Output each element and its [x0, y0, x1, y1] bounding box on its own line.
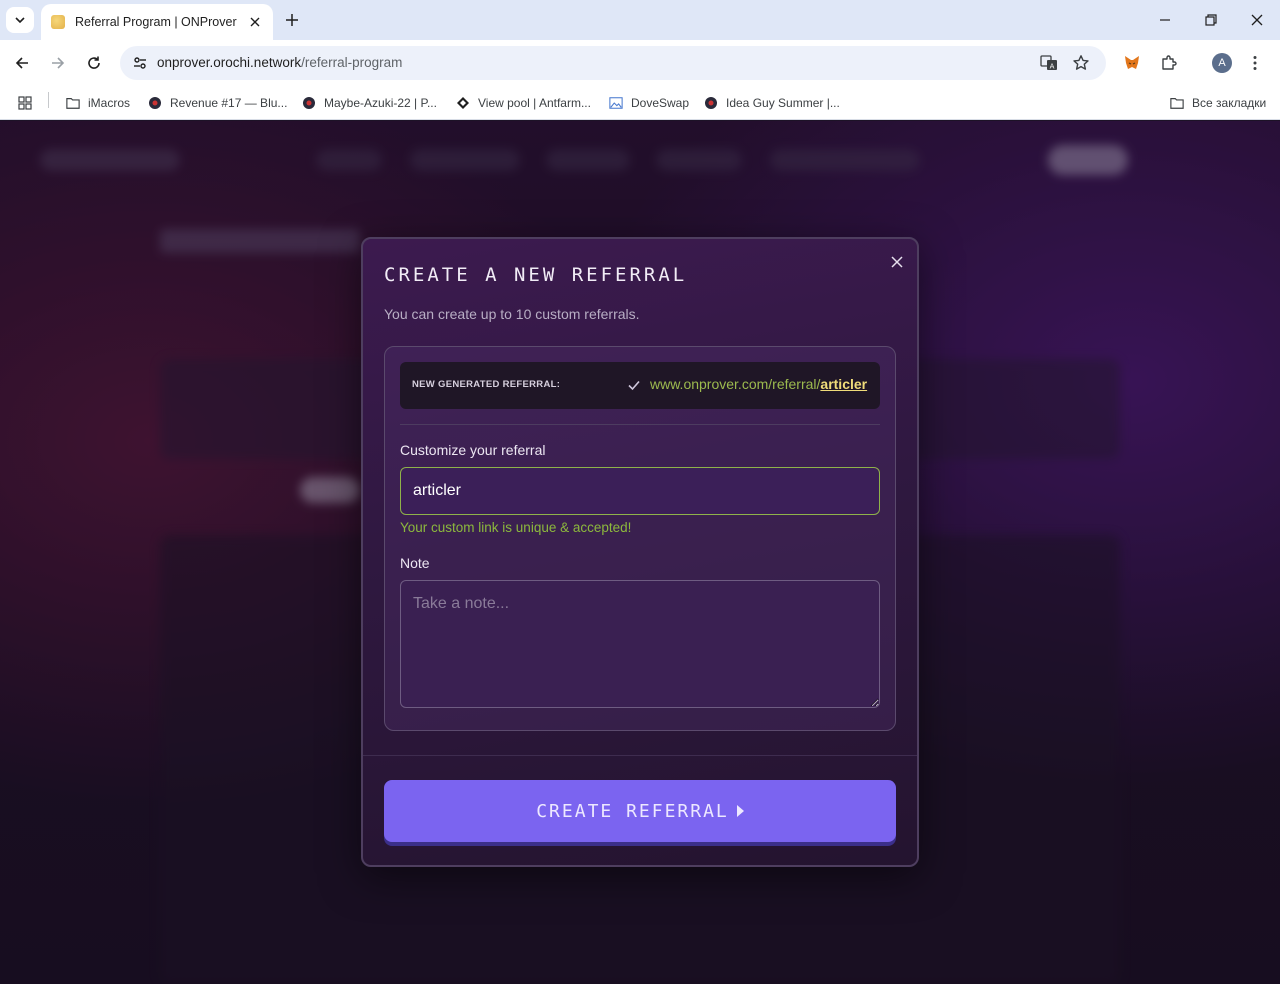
modal-title: CREATE A NEW REFERRAL: [384, 264, 688, 286]
site-favicon-icon: [704, 96, 718, 110]
browser-menu-button[interactable]: [1243, 51, 1267, 75]
extensions-button[interactable]: [1157, 51, 1181, 75]
antfarm-icon: [456, 96, 470, 110]
bookmark-label: View pool | Antfarm...: [478, 96, 591, 110]
tune-icon: [134, 57, 146, 69]
bookmark-star-button[interactable]: [1070, 52, 1092, 74]
create-referral-button-label: CREATE REFERRAL: [536, 800, 729, 822]
modal-subtitle: You can create up to 10 custom referrals…: [384, 306, 640, 322]
svg-text:A: A: [1050, 63, 1055, 71]
tab-strip: Referral Program | ONProver: [0, 0, 1280, 40]
page-viewport: CREATE A NEW REFERRAL You can create up …: [0, 121, 1280, 984]
modal-footer-divider: [363, 755, 917, 756]
reload-icon: [88, 56, 100, 69]
site-favicon-icon: [302, 96, 316, 110]
active-tab[interactable]: Referral Program | ONProver: [41, 4, 273, 40]
bookmarks-separator: [48, 92, 49, 108]
generated-referral-label: NEW GENERATED REFERRAL:: [412, 379, 561, 390]
custom-referral-input[interactable]: [400, 467, 880, 515]
profile-avatar[interactable]: A: [1212, 53, 1232, 73]
new-tab-button[interactable]: [280, 8, 304, 32]
url-host: onprover.orochi.network: [157, 55, 302, 70]
restore-icon: [1205, 14, 1217, 26]
close-tab-icon[interactable]: [247, 14, 263, 30]
bookmark-label: Idea Guy Summer |...: [726, 96, 840, 110]
arrow-left-icon: [15, 57, 28, 69]
note-textarea[interactable]: [400, 580, 880, 708]
note-label: Note: [400, 555, 430, 571]
modal-close-button[interactable]: [887, 252, 907, 272]
minimize-icon: [1160, 19, 1170, 21]
forward-button[interactable]: [46, 51, 70, 75]
site-info-button[interactable]: [128, 51, 152, 75]
bookmark-doveswap[interactable]: DoveSwap: [609, 93, 689, 113]
form-divider: [400, 424, 880, 425]
puzzle-icon: [1162, 55, 1177, 70]
bookmarks-bar: iMacros Revenue #17 — Blu... Maybe-Azuki…: [0, 86, 1280, 120]
bookmark-label: Maybe-Azuki-22 | P...: [324, 96, 437, 110]
check-icon: [626, 377, 642, 393]
tab-search-button[interactable]: [6, 7, 34, 33]
reload-button[interactable]: [82, 51, 106, 75]
metamask-extension-button[interactable]: [1120, 51, 1144, 75]
browser-toolbar: onprover.orochi.network/referral-program…: [0, 40, 1280, 86]
apps-grid-icon: [18, 96, 32, 110]
create-referral-button[interactable]: CREATE REFERRAL: [384, 780, 896, 842]
generated-referral-link[interactable]: www.onprover.com/referral/articler: [650, 376, 867, 392]
close-icon: [891, 256, 903, 268]
translate-button[interactable]: A: [1038, 52, 1060, 74]
close-icon: [1251, 14, 1263, 26]
close-window-button[interactable]: [1245, 8, 1269, 32]
restore-button[interactable]: [1199, 8, 1223, 32]
tab-title: Referral Program | ONProver: [75, 15, 237, 29]
bookmark-label: Все закладки: [1192, 96, 1267, 110]
folder-icon: [1170, 96, 1184, 110]
url-text: onprover.orochi.network/referral-program: [157, 55, 402, 70]
generated-referral-box: NEW GENERATED REFERRAL: www.onprover.com…: [400, 362, 880, 409]
translate-icon: A: [1040, 55, 1057, 71]
bookmark-antfarm[interactable]: View pool | Antfarm...: [456, 93, 591, 113]
back-button[interactable]: [10, 51, 34, 75]
url-path: /referral-program: [301, 55, 403, 70]
plus-icon: [286, 14, 298, 26]
generated-url-slug: articler: [820, 376, 868, 392]
onprover-favicon-icon: [51, 15, 65, 29]
customize-referral-label: Customize your referral: [400, 442, 546, 458]
bookmark-maybe-azuki[interactable]: Maybe-Azuki-22 | P...: [302, 93, 437, 113]
bookmark-idea-guy[interactable]: Idea Guy Summer |...: [704, 93, 840, 113]
site-favicon-icon: [148, 96, 162, 110]
minimize-button[interactable]: [1153, 8, 1177, 32]
arrow-right-icon: [52, 57, 65, 69]
referral-form: NEW GENERATED REFERRAL: www.onprover.com…: [384, 346, 896, 731]
bookmark-folder-imacros[interactable]: iMacros: [66, 93, 130, 113]
create-referral-modal: CREATE A NEW REFERRAL You can create up …: [361, 237, 919, 867]
bookmark-label: iMacros: [88, 96, 131, 110]
star-icon: [1073, 55, 1089, 70]
chevron-down-icon: [15, 17, 25, 24]
bookmark-label: Revenue #17 — Blu...: [170, 96, 288, 110]
all-bookmarks-folder[interactable]: Все закладки: [1170, 93, 1266, 113]
address-bar[interactable]: onprover.orochi.network/referral-program…: [120, 46, 1106, 80]
caret-right-icon: [736, 805, 744, 817]
image-icon: [609, 96, 623, 110]
referral-validation-message: Your custom link is unique & accepted!: [400, 520, 632, 535]
apps-button[interactable]: [18, 93, 32, 113]
metamask-fox-icon: [1125, 56, 1139, 69]
generated-url-prefix: www.onprover.com/referral/: [650, 376, 821, 392]
more-vertical-icon: [1253, 56, 1257, 70]
folder-icon: [66, 96, 80, 110]
bookmark-label: DoveSwap: [631, 96, 690, 110]
bookmark-revenue[interactable]: Revenue #17 — Blu...: [148, 93, 287, 113]
